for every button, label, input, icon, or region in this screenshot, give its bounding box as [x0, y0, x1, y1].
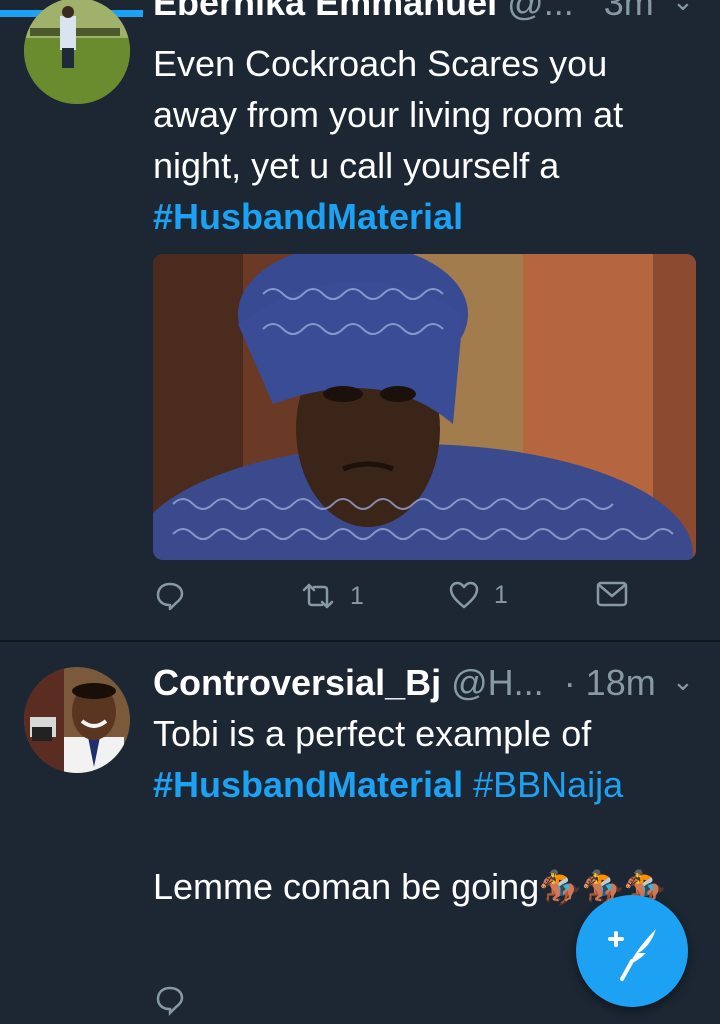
timestamp: · 18m	[563, 662, 656, 703]
direct-message-button[interactable]	[596, 580, 628, 608]
tweet-header: Controversial_Bj @H... · 18m	[153, 662, 656, 704]
avatar[interactable]	[24, 0, 130, 104]
retweet-icon	[302, 583, 334, 609]
display-name[interactable]: Ebernika Emmanuel	[153, 0, 497, 23]
tweet-header: Ebernika Emmanuel @... 3m	[153, 0, 654, 24]
hashtag-link[interactable]: #HusbandMaterial	[153, 196, 463, 237]
tweet-media-image[interactable]	[153, 254, 696, 560]
display-name[interactable]: Controversial_Bj	[153, 662, 441, 703]
chevron-down-icon[interactable]: ⌄	[672, 666, 694, 697]
user-handle[interactable]: @H...	[451, 662, 544, 703]
reply-icon	[156, 986, 184, 1016]
reply-button[interactable]	[154, 984, 186, 1016]
tweet-text: Even Cockroach Scares you away from your…	[153, 38, 693, 242]
tweet-1[interactable]: Ebernika Emmanuel @... 3m ⌄ Even Cockroa…	[0, 0, 720, 640]
like-button[interactable]: 1	[448, 580, 508, 610]
timestamp: 3m	[603, 0, 654, 23]
user-handle[interactable]: @...	[507, 0, 574, 23]
reply-button[interactable]	[154, 580, 186, 612]
heart-icon	[449, 581, 479, 609]
tweet-body-text: Even Cockroach Scares you away from your…	[153, 43, 624, 186]
tweet-text: Tobi is a perfect example of #HusbandMat…	[153, 708, 693, 914]
tweet-actions: 1 1	[0, 580, 720, 620]
like-count: 1	[494, 580, 508, 609]
hashtag-link[interactable]: #BBNaija	[473, 764, 623, 805]
hashtag-link[interactable]: #HusbandMaterial	[153, 764, 463, 805]
envelope-icon	[596, 581, 628, 607]
reply-icon	[156, 582, 184, 611]
chevron-down-icon[interactable]: ⌄	[672, 0, 694, 17]
compose-tweet-icon	[608, 929, 656, 981]
avatar[interactable]	[24, 667, 130, 773]
retweet-button[interactable]: 1	[300, 580, 364, 612]
retweet-count: 1	[350, 581, 364, 610]
tweet-body-text: Lemme coman be going	[153, 866, 540, 907]
compose-tweet-button[interactable]	[576, 895, 688, 1007]
tweet-body-text: Tobi is a perfect example of	[153, 713, 592, 754]
